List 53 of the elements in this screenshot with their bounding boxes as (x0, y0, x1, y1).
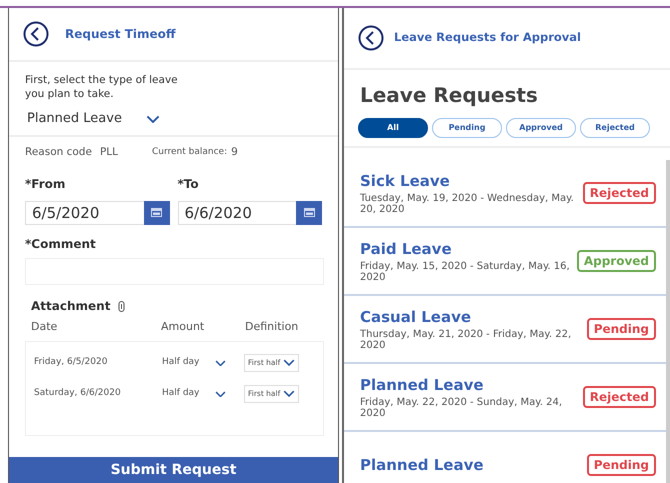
calendar-icon (304, 208, 314, 218)
field-label: *Comment (24, 236, 97, 254)
leave-type: Casual Leave (360, 307, 472, 328)
table-cell-text: Saturday, 6/6/2020 (34, 387, 122, 400)
balance-value: 9 (231, 144, 238, 160)
status-badge: Approved (576, 250, 656, 272)
attachment-label: Attachment (31, 298, 110, 316)
chevron-down-icon (215, 390, 226, 398)
date-field[interactable]: 6/6/2020 (178, 200, 296, 226)
filter-tab[interactable]: Approved (506, 118, 576, 138)
amount-dropdown[interactable]: Half day (162, 356, 244, 370)
chevron-down-icon (146, 114, 160, 124)
status-badge: Rejected (582, 386, 656, 408)
date-range: Thursday, May. 21, 2020 - Friday, May. 22, 2020 (360, 328, 572, 352)
calendar-button[interactable] (144, 200, 170, 226)
column-header: Definition (245, 319, 298, 336)
submit-button[interactable]: Submit Request (9, 457, 338, 483)
leave-type: Paid Leave (360, 239, 453, 260)
balance-label: Current balance: (152, 146, 228, 159)
paperclip-icon[interactable] (118, 300, 126, 312)
instruction-text: First, select the type of leave you plan to take. (25, 74, 179, 102)
field-label: *To (178, 176, 200, 193)
column-header: Amount (161, 319, 206, 336)
reason-code-label: Reason code (25, 144, 92, 160)
leave-type: Sick Leave (360, 171, 451, 192)
leave-type: Planned Leave (360, 375, 485, 396)
calendar-button[interactable] (296, 200, 322, 226)
status-badge: Pending (586, 454, 656, 476)
date-range: Friday, May. 15, 2020 - Saturday, May. 16, 2020 (360, 260, 571, 284)
amount-dropdown[interactable]: Half day (162, 387, 244, 401)
page-heading: Leave Requests (360, 82, 539, 109)
table-cell-text: Friday, 6/5/2020 (34, 356, 108, 370)
status-badge: Rejected (582, 182, 656, 204)
screen-title: Request Timeoff (65, 26, 176, 43)
leave-type-dropdown[interactable]: Planned Leave (25, 109, 185, 129)
date-field[interactable]: 6/5/2020 (25, 200, 144, 226)
screen-title: Leave Requests for Approval (394, 29, 581, 46)
status-badge: Pending (586, 318, 656, 340)
chevron-down-icon (283, 390, 296, 398)
chevron-down-icon (283, 359, 296, 367)
reason-code-value: PLL (100, 144, 118, 160)
field-label: *From (25, 176, 66, 193)
back-icon[interactable] (358, 25, 384, 51)
filter-tab[interactable]: All (358, 118, 428, 138)
back-icon[interactable] (23, 21, 49, 47)
chevron-down-icon (215, 360, 226, 366)
leave-type: Planned Leave (360, 454, 484, 476)
filter-tab[interactable]: Pending (432, 118, 502, 138)
column-header: Date (31, 319, 58, 336)
date-range: Tuesday, May. 19, 2020 - Wednesday, May. 20, 2020 (360, 192, 575, 216)
date-range: Friday, May. 22, 2020 - Sunday, May. 24, 2020 (360, 396, 564, 420)
calendar-icon (151, 208, 162, 218)
filter-tab[interactable]: Rejected (580, 118, 650, 138)
